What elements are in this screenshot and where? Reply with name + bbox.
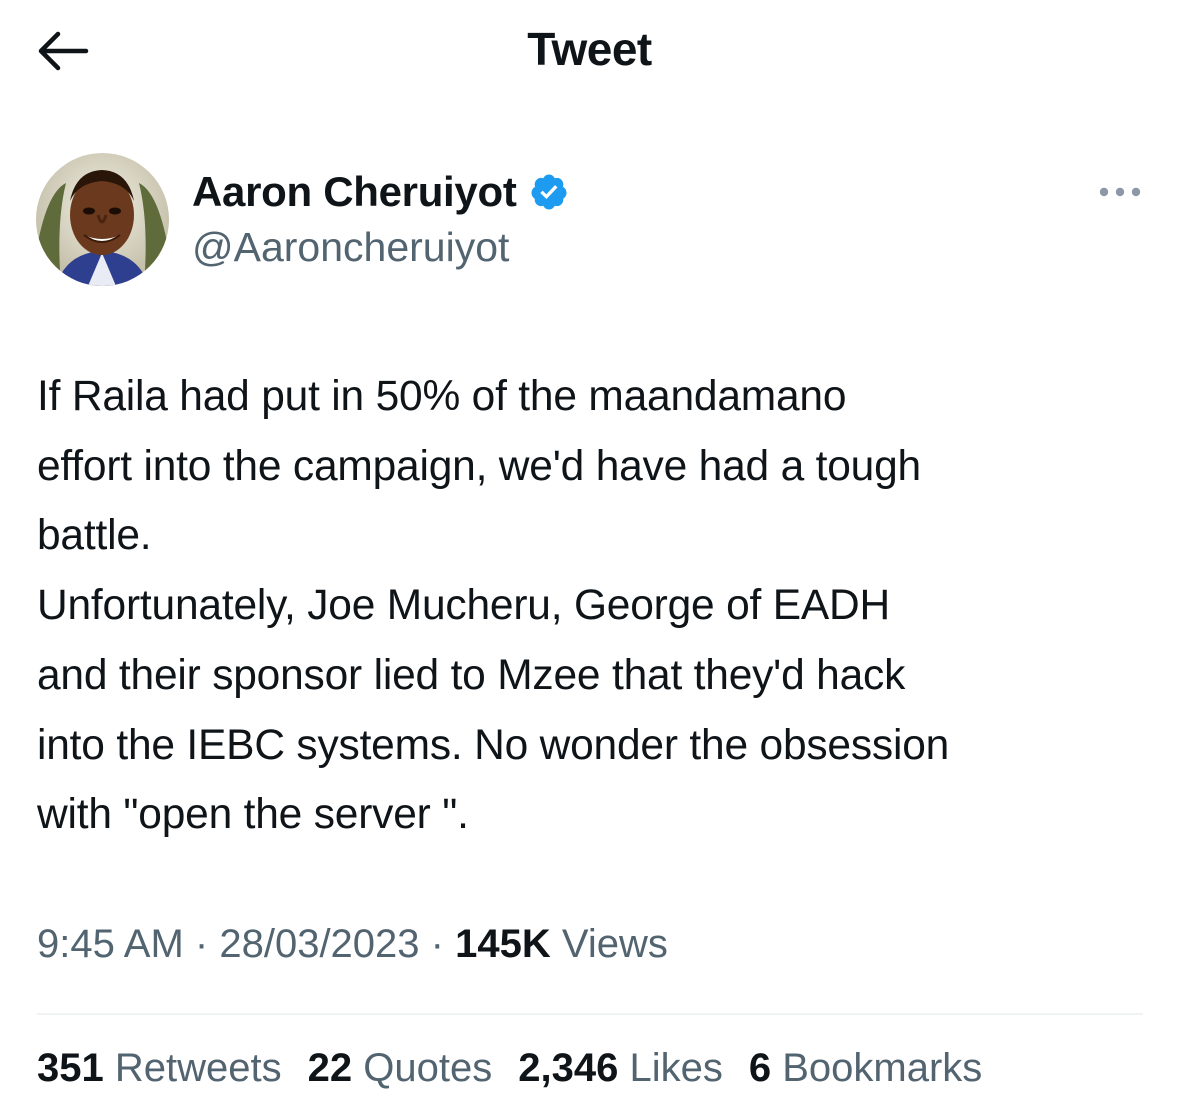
tweet-text: If Raila had put in 50% of the maandaman… bbox=[37, 373, 950, 839]
avatar[interactable] bbox=[36, 153, 169, 286]
views-count: 145K bbox=[455, 922, 551, 966]
retweets-label: Retweets bbox=[114, 1046, 282, 1090]
author-name-text: Aaron Cheruiyot bbox=[192, 168, 517, 215]
author-name[interactable]: Aaron Cheruiyot bbox=[192, 168, 569, 216]
likes-label: Likes bbox=[629, 1046, 723, 1090]
top-bar: Tweet bbox=[0, 0, 1179, 100]
author-handle[interactable]: @Aaroncheruiyot bbox=[192, 224, 509, 271]
bookmarks-count: 6 bbox=[748, 1046, 772, 1090]
tweet-stats: 351 Retweets 22 Quotes 2,346 Likes 6 Boo… bbox=[37, 1046, 1008, 1091]
views-label: Views bbox=[561, 922, 668, 966]
tweet-date[interactable]: 28/03/2023 bbox=[219, 922, 419, 966]
quotes-stat[interactable]: 22 Quotes bbox=[308, 1046, 493, 1091]
retweets-stat[interactable]: 351 Retweets bbox=[37, 1046, 282, 1091]
quotes-count: 22 bbox=[307, 1046, 353, 1090]
meta-separator: · bbox=[430, 922, 444, 966]
bookmarks-label: Bookmarks bbox=[782, 1046, 983, 1090]
retweets-count: 351 bbox=[37, 1046, 104, 1090]
verified-badge-icon bbox=[531, 174, 567, 210]
likes-stat[interactable]: 2,346 Likes bbox=[518, 1046, 723, 1091]
likes-count: 2,346 bbox=[518, 1046, 619, 1090]
bookmarks-stat[interactable]: 6 Bookmarks bbox=[749, 1046, 982, 1091]
meta-separator: · bbox=[194, 922, 209, 966]
more-horizontal-icon bbox=[1099, 187, 1141, 197]
divider bbox=[37, 1013, 1143, 1015]
quotes-label: Quotes bbox=[363, 1046, 493, 1090]
more-options-button[interactable] bbox=[1090, 172, 1150, 212]
views-link[interactable]: 145K Views bbox=[455, 922, 668, 966]
avatar-image bbox=[36, 153, 169, 286]
page-title: Tweet bbox=[527, 23, 652, 75]
tweet-meta: 9:45 AM · 28/03/2023 · 145K Views bbox=[37, 922, 668, 967]
tweet-time[interactable]: 9:45 AM bbox=[37, 922, 184, 966]
